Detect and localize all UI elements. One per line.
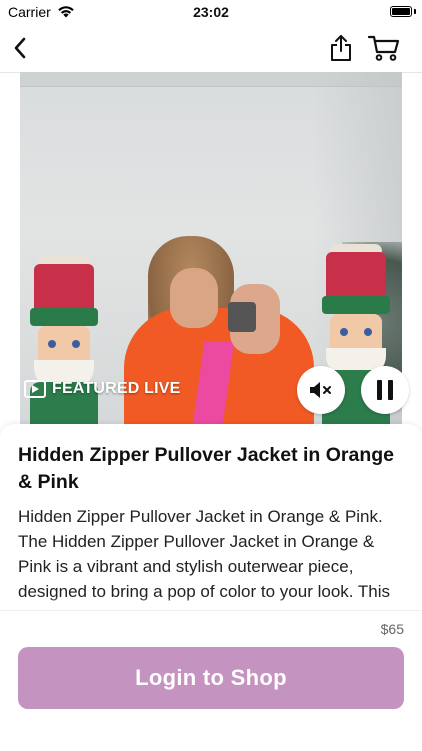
status-bar: Carrier 23:02 bbox=[0, 0, 422, 24]
share-button[interactable] bbox=[326, 32, 356, 64]
clock: 23:02 bbox=[193, 4, 229, 20]
checkout-bar: $65 Login to Shop bbox=[0, 610, 422, 751]
cart-button[interactable] bbox=[366, 32, 402, 64]
login-to-shop-button[interactable]: Login to Shop bbox=[18, 647, 404, 709]
share-icon bbox=[331, 35, 351, 61]
product-title: Hidden Zipper Pullover Jacket in Orange … bbox=[18, 444, 395, 493]
product-sheet: Hidden Zipper Pullover Jacket in Orange … bbox=[0, 424, 422, 614]
pause-button[interactable] bbox=[361, 366, 409, 414]
chevron-left-icon bbox=[14, 37, 26, 59]
mute-button[interactable] bbox=[297, 366, 345, 414]
nav-bar bbox=[0, 24, 422, 73]
speaker-muted-icon bbox=[310, 382, 331, 398]
presenter-cup bbox=[228, 302, 256, 332]
featured-live-badge: FEATURED LIVE bbox=[24, 380, 181, 398]
cart-icon bbox=[368, 35, 400, 61]
presenter-face bbox=[170, 268, 218, 328]
play-box-icon bbox=[24, 380, 46, 398]
featured-live-label: FEATURED LIVE bbox=[52, 380, 181, 397]
back-button[interactable] bbox=[6, 32, 34, 64]
live-video[interactable] bbox=[20, 72, 402, 428]
pause-icon bbox=[377, 380, 393, 400]
battery-icon bbox=[390, 6, 412, 17]
product-price: $65 bbox=[380, 621, 404, 637]
nutcracker-left bbox=[24, 256, 104, 428]
battery-tip bbox=[414, 9, 416, 14]
